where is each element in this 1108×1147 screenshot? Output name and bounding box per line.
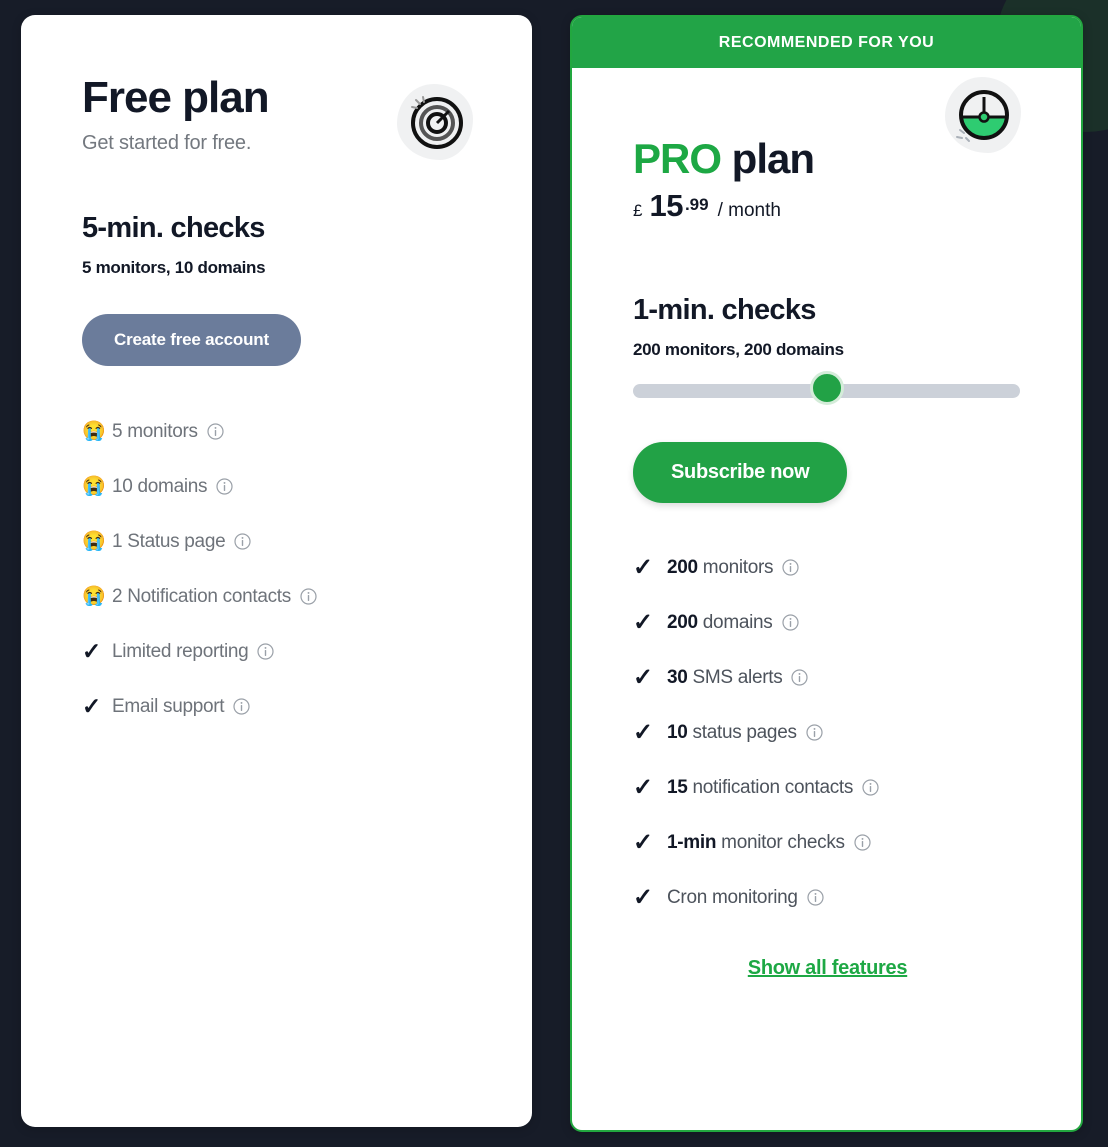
check-icon: ✓: [633, 608, 653, 636]
feature-item: 😭 1 Status page: [82, 514, 532, 569]
speedometer-icon: [945, 77, 1021, 153]
info-icon[interactable]: [234, 533, 251, 550]
feature-item: ✓ Limited reporting: [82, 624, 532, 679]
pro-plan-title-highlight: PRO: [633, 135, 722, 182]
info-icon[interactable]: [257, 643, 275, 660]
price-decimal: .99: [684, 195, 709, 215]
feature-item: ✓ 200 monitors: [633, 540, 1081, 595]
feature-label: 10 domains: [112, 475, 208, 497]
target-icon-glyph: [411, 96, 463, 149]
info-icon[interactable]: [807, 889, 824, 906]
show-all-features-link[interactable]: Show all features: [632, 957, 1023, 980]
info-icon[interactable]: [781, 614, 799, 631]
feature-label: 200 domains: [667, 611, 773, 633]
price-period: / month: [717, 200, 781, 222]
pro-plan-title-rest: plan: [721, 135, 815, 182]
target-icon: [397, 84, 473, 160]
check-icon: ✓: [82, 693, 101, 720]
speedometer-icon-glyph: [956, 90, 1009, 142]
feature-item: ✓ 15 notification contacts: [633, 760, 1081, 815]
pro-plan-card: RECOMMENDED FOR YOU PRO plan £ 15 .99 / …: [570, 15, 1083, 1132]
create-free-account-button[interactable]: Create free account: [82, 314, 301, 367]
check-icon: ✓: [633, 828, 653, 856]
feature-label: 2 Notification contacts: [112, 585, 291, 607]
info-icon[interactable]: [854, 834, 871, 851]
info-icon[interactable]: [791, 669, 809, 686]
free-checks-subheading: 5 monitors, 10 domains: [82, 258, 266, 278]
check-icon: ✓: [633, 773, 653, 801]
feature-label: 1 Status page: [112, 530, 226, 552]
pro-plan-price: £ 15 .99 / month: [633, 188, 1025, 224]
feature-label: 200 monitors: [667, 556, 774, 578]
feature-label: Limited reporting: [112, 640, 249, 662]
feature-label: Cron monitoring: [667, 886, 798, 908]
pricing-cards-container: Free plan Get started for free. 5-min. c…: [0, 0, 1108, 1147]
recommended-ribbon: RECOMMENDED FOR YOU: [572, 17, 1081, 68]
free-plan-card: Free plan Get started for free. 5-min. c…: [21, 15, 532, 1127]
feature-item: 😭 10 domains: [82, 459, 532, 514]
check-icon: ✓: [633, 553, 653, 581]
pro-plan-header: PRO plan £ 15 .99 / month: [633, 68, 1025, 224]
check-icon: ✓: [82, 638, 101, 665]
feature-item: ✓ Email support: [82, 679, 532, 734]
info-icon[interactable]: [216, 478, 233, 495]
feature-label: 5 monitors: [112, 420, 198, 442]
price-whole: 15: [649, 188, 683, 224]
info-icon[interactable]: [300, 588, 317, 605]
feature-label: Email support: [112, 695, 225, 717]
subscribe-now-button[interactable]: Subscribe now: [633, 442, 848, 504]
info-icon[interactable]: [233, 698, 250, 715]
feature-item: ✓ 200 domains: [633, 595, 1081, 650]
free-plan-feature-list: 😭 5 monitors 😭 10 domains 😭 1 Status page 😭 2 N…: [82, 404, 532, 734]
sad-emoji-icon: 😭: [82, 531, 106, 553]
feature-item: ✓ 10 status pages: [633, 705, 1081, 760]
info-icon[interactable]: [207, 423, 224, 440]
check-icon: ✓: [633, 718, 653, 746]
sad-emoji-icon: 😭: [82, 476, 106, 498]
free-checks-heading: 5-min. checks: [82, 212, 265, 245]
feature-item: 😭 2 Notification contacts: [82, 569, 532, 624]
free-plan-header: Free plan Get started for free.: [82, 74, 477, 160]
info-icon[interactable]: [806, 724, 823, 741]
feature-item: ✓ Cron monitoring: [633, 870, 1081, 925]
check-icon: ✓: [633, 883, 653, 911]
feature-label: 15 notification contacts: [667, 776, 854, 798]
pro-plan-body: PRO plan £ 15 .99 / month 1-min. checks …: [572, 68, 1081, 980]
feature-label: 30 SMS alerts: [667, 666, 783, 688]
feature-label: 10 status pages: [667, 721, 797, 743]
feature-item: 😭 5 monitors: [82, 404, 532, 459]
pro-checks-subheading: 200 monitors, 200 domains: [633, 340, 844, 360]
sad-emoji-icon: 😭: [82, 421, 106, 443]
pro-plan-feature-list: ✓ 200 monitors ✓ 200 domains ✓ 30 SMS alerts ✓…: [633, 540, 1081, 925]
feature-item: ✓ 30 SMS alerts: [633, 650, 1081, 705]
plan-size-slider-thumb[interactable]: [809, 371, 844, 406]
check-icon: ✓: [633, 663, 653, 691]
price-currency: £: [633, 201, 643, 221]
feature-item: ✓ 1-min monitor checks: [633, 815, 1081, 870]
feature-label: 1-min monitor checks: [667, 831, 845, 853]
pro-checks-heading: 1-min. checks: [633, 294, 816, 327]
plan-size-slider[interactable]: [633, 371, 1020, 406]
sad-emoji-icon: 😭: [82, 586, 106, 608]
info-icon[interactable]: [782, 559, 799, 576]
info-icon[interactable]: [862, 779, 879, 796]
